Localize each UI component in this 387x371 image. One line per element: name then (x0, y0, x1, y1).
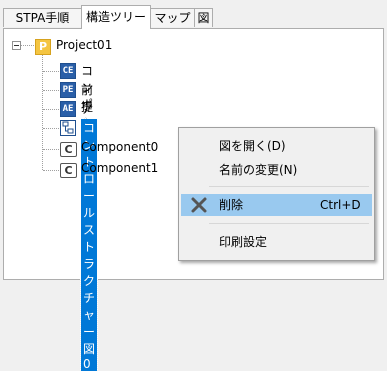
tree-item-project01[interactable]: Project01 (56, 38, 112, 52)
tree-connector (43, 71, 59, 72)
menu-item-open-diagram[interactable]: 図を開く(D) (181, 135, 372, 157)
delete-icon (191, 197, 207, 213)
menu-item-print-settings[interactable]: 印刷設定 (181, 231, 372, 253)
tree-connector (21, 45, 34, 46)
menu-item-label: 名前の変更(N) (219, 163, 298, 177)
tab-map[interactable]: マップ (150, 8, 195, 27)
menu-item-shortcut: Ctrl+D (320, 198, 361, 212)
menu-separator (209, 186, 369, 187)
tab-bar: STPA手順 構造ツリー マップ 図 (0, 0, 387, 29)
menu-item-rename[interactable]: 名前の変更(N) (181, 159, 372, 181)
project-icon: P (35, 39, 51, 55)
tab-structure-tree[interactable]: 構造ツリー (81, 5, 151, 29)
tree-connector (43, 170, 59, 171)
component-icon: C (60, 142, 77, 157)
tree-connector (43, 149, 59, 150)
tree-connector (43, 128, 59, 129)
tree-item-component0[interactable]: Component0 (81, 140, 158, 154)
diagram-icon (60, 120, 76, 136)
table-icon: PE (60, 82, 76, 98)
collapse-toggle-icon[interactable] (12, 41, 21, 50)
table-icon: CE (60, 63, 76, 79)
tab-diagram[interactable]: 図 (194, 8, 213, 27)
table-icon: AE (60, 101, 76, 117)
tree-connector (43, 109, 59, 110)
menu-item-delete[interactable]: 削除 Ctrl+D (181, 194, 372, 216)
menu-item-label: 印刷設定 (219, 235, 268, 249)
tree-connector (42, 55, 43, 170)
component-icon: C (60, 163, 77, 178)
tree-item-control-structure-diagram[interactable]: コントロールストラクチャー図0 (79, 118, 99, 371)
context-menu: 図を開く(D) 名前の変更(N) 削除 Ctrl+D 印刷設定 (178, 127, 375, 261)
menu-item-label: 図を開く(D) (219, 139, 286, 153)
tree-connector (43, 90, 59, 91)
menu-item-label: 削除 (219, 198, 244, 212)
tree-item-component1[interactable]: Component1 (81, 161, 158, 175)
tab-stpa-procedure[interactable]: STPA手順 (3, 8, 82, 27)
menu-separator (209, 223, 369, 224)
